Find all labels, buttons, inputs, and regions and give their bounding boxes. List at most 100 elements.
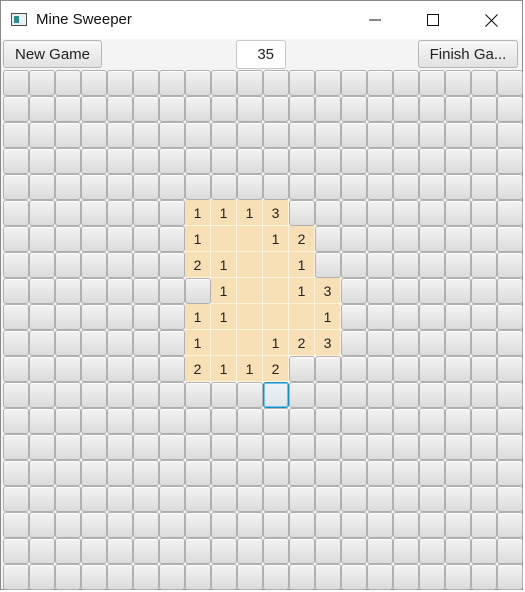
hidden-cell[interactable] [159, 460, 185, 486]
hidden-cell[interactable] [107, 96, 133, 122]
hidden-cell[interactable] [133, 278, 159, 304]
hidden-cell[interactable] [107, 174, 133, 200]
hidden-cell[interactable] [367, 278, 393, 304]
hidden-cell[interactable] [211, 564, 237, 590]
hidden-cell[interactable] [211, 174, 237, 200]
hidden-cell[interactable] [159, 486, 185, 512]
hidden-cell[interactable] [315, 70, 341, 96]
hidden-cell[interactable] [159, 434, 185, 460]
hidden-cell[interactable] [133, 200, 159, 226]
hidden-cell[interactable] [367, 356, 393, 382]
hidden-cell[interactable] [419, 96, 445, 122]
hidden-cell[interactable] [367, 538, 393, 564]
hidden-cell[interactable] [471, 278, 497, 304]
hidden-cell[interactable] [81, 356, 107, 382]
hidden-cell[interactable] [341, 148, 367, 174]
hidden-cell[interactable] [81, 538, 107, 564]
hidden-cell[interactable] [341, 252, 367, 278]
hidden-cell[interactable] [289, 200, 315, 226]
hidden-cell[interactable] [81, 486, 107, 512]
hidden-cell[interactable] [367, 434, 393, 460]
hidden-cell[interactable] [419, 304, 445, 330]
hidden-cell[interactable] [367, 226, 393, 252]
hidden-cell[interactable] [29, 148, 55, 174]
hidden-cell[interactable] [211, 148, 237, 174]
hidden-cell[interactable] [419, 434, 445, 460]
hidden-cell[interactable] [107, 512, 133, 538]
hidden-cell[interactable] [237, 564, 263, 590]
hidden-cell[interactable] [497, 252, 523, 278]
hidden-cell[interactable] [263, 70, 289, 96]
hidden-cell[interactable] [471, 356, 497, 382]
hidden-cell[interactable] [133, 356, 159, 382]
hidden-cell[interactable] [29, 408, 55, 434]
hidden-cell[interactable] [289, 174, 315, 200]
hidden-cell[interactable] [289, 564, 315, 590]
hidden-cell[interactable] [107, 148, 133, 174]
hidden-cell[interactable] [81, 512, 107, 538]
hidden-cell[interactable] [185, 96, 211, 122]
hidden-cell[interactable] [29, 382, 55, 408]
hidden-cell[interactable] [81, 434, 107, 460]
hidden-cell[interactable] [185, 122, 211, 148]
hidden-cell[interactable] [29, 564, 55, 590]
hidden-cell[interactable] [55, 174, 81, 200]
hidden-cell[interactable] [497, 174, 523, 200]
hidden-cell[interactable] [237, 148, 263, 174]
hidden-cell[interactable] [497, 122, 523, 148]
hidden-cell[interactable] [3, 70, 29, 96]
hidden-cell[interactable] [81, 252, 107, 278]
hidden-cell[interactable] [159, 226, 185, 252]
hidden-cell[interactable] [159, 70, 185, 96]
hidden-cell[interactable] [263, 564, 289, 590]
hidden-cell[interactable] [81, 330, 107, 356]
hidden-cell[interactable] [237, 538, 263, 564]
hidden-cell[interactable] [81, 200, 107, 226]
hidden-cell[interactable] [237, 70, 263, 96]
hidden-cell[interactable] [159, 122, 185, 148]
hidden-cell[interactable] [263, 434, 289, 460]
hidden-cell[interactable] [263, 122, 289, 148]
hidden-cell[interactable] [445, 356, 471, 382]
hidden-cell[interactable] [185, 460, 211, 486]
hidden-cell[interactable] [3, 382, 29, 408]
hidden-cell[interactable] [133, 174, 159, 200]
hidden-cell[interactable] [497, 70, 523, 96]
hidden-cell[interactable] [367, 408, 393, 434]
hidden-cell[interactable] [315, 486, 341, 512]
hidden-cell[interactable] [445, 330, 471, 356]
hidden-cell[interactable] [3, 148, 29, 174]
hidden-cell[interactable] [445, 382, 471, 408]
hidden-cell[interactable] [211, 122, 237, 148]
hidden-cell[interactable] [289, 460, 315, 486]
hidden-cell[interactable] [419, 460, 445, 486]
hidden-cell[interactable] [393, 226, 419, 252]
hidden-cell[interactable] [445, 486, 471, 512]
hidden-cell[interactable] [419, 382, 445, 408]
hidden-cell[interactable] [393, 174, 419, 200]
hidden-cell[interactable] [55, 200, 81, 226]
hidden-cell[interactable] [497, 408, 523, 434]
hidden-cell[interactable] [445, 460, 471, 486]
hidden-cell[interactable] [445, 304, 471, 330]
hidden-cell[interactable] [289, 382, 315, 408]
hidden-cell[interactable] [3, 174, 29, 200]
hidden-cell[interactable] [393, 382, 419, 408]
hidden-cell[interactable] [471, 174, 497, 200]
hidden-cell[interactable] [419, 226, 445, 252]
hidden-cell[interactable] [107, 382, 133, 408]
hidden-cell[interactable] [341, 226, 367, 252]
hidden-cell[interactable] [289, 408, 315, 434]
hidden-cell[interactable] [497, 278, 523, 304]
hidden-cell[interactable] [445, 252, 471, 278]
hidden-cell[interactable] [497, 460, 523, 486]
hidden-cell[interactable] [289, 434, 315, 460]
hidden-cell[interactable] [159, 252, 185, 278]
hidden-cell[interactable] [3, 96, 29, 122]
hidden-cell[interactable] [55, 512, 81, 538]
hidden-cell[interactable] [341, 304, 367, 330]
hidden-cell[interactable] [497, 382, 523, 408]
hidden-cell[interactable] [471, 70, 497, 96]
hidden-cell[interactable] [107, 434, 133, 460]
hidden-cell[interactable] [393, 148, 419, 174]
